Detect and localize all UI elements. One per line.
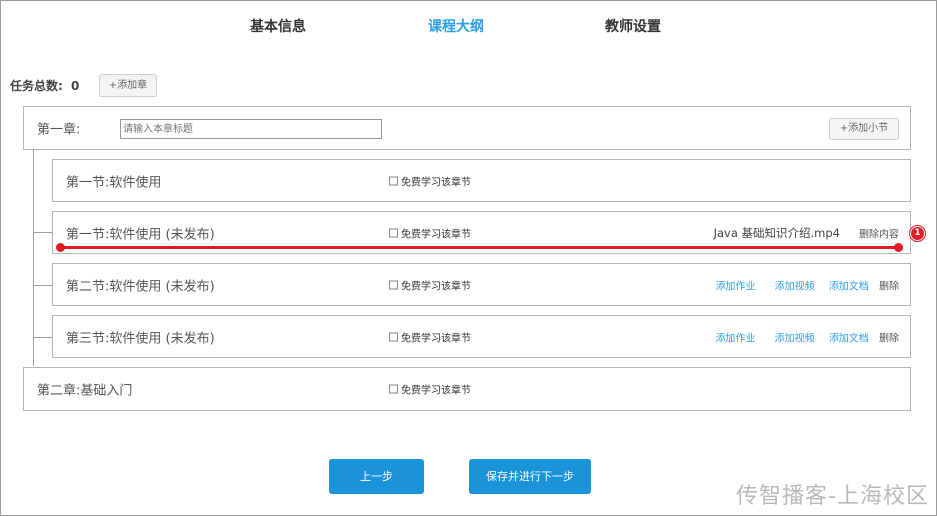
add-section-button[interactable]: +添加小节: [829, 118, 899, 140]
video-file-name: Java 基础知识介绍.mp4: [713, 225, 840, 240]
watermark: 传智播客-上海校区: [736, 484, 929, 509]
free-study-checkbox[interactable]: 免费学习该章节: [389, 225, 471, 240]
delete-link[interactable]: 删除: [879, 281, 899, 292]
checkbox-icon[interactable]: [389, 176, 398, 185]
add-document-link[interactable]: 添加文档: [829, 333, 869, 344]
task-total: 任务总数: 0: [10, 77, 79, 94]
section-title: 第二节:软件使用 (未发布): [66, 279, 215, 294]
chapter-row-1: 第一章: +添加小节: [23, 106, 911, 150]
chapter-label: 第一章:: [37, 122, 81, 138]
annotation-dot: [56, 243, 65, 252]
add-homework-link[interactable]: 添加作业: [715, 333, 755, 344]
free-study-label: 免费学习该章节: [401, 177, 471, 188]
tree-connector: [33, 232, 53, 233]
free-study-label: 免费学习该章节: [401, 229, 471, 240]
task-total-label: 任务总数:: [10, 79, 63, 93]
tab-teacher-settings[interactable]: 教师设置: [605, 16, 661, 36]
section-title: 第三节:软件使用 (未发布): [66, 331, 215, 346]
add-homework-link[interactable]: 添加作业: [715, 281, 755, 292]
annotation-underline: [60, 246, 899, 249]
annotation-badge: 1: [910, 226, 925, 241]
tab-basic-info[interactable]: 基本信息: [250, 16, 306, 36]
tree-connector-vertical: [33, 150, 34, 366]
tree-connector: [33, 285, 53, 286]
chapter-row-2: 第二章:基础入门 免费学习该章节: [23, 367, 911, 411]
free-study-label: 免费学习该章节: [401, 281, 471, 292]
section-actions: 添加作业 添加视频 添加文档 删除: [704, 329, 899, 344]
section-row: 第三节:软件使用 (未发布) 免费学习该章节 添加作业 添加视频 添加文档 删除: [52, 315, 911, 358]
add-video-link[interactable]: 添加视频: [775, 281, 815, 292]
tab-course-outline[interactable]: 课程大纲: [428, 16, 484, 36]
delete-link[interactable]: 删除: [879, 333, 899, 344]
chapter-title: 第二章:基础入门: [37, 383, 133, 399]
checkbox-icon[interactable]: [389, 228, 398, 237]
delete-content-link[interactable]: 删除内容: [859, 225, 899, 240]
section-actions: 添加作业 添加视频 添加文档 删除: [704, 277, 899, 292]
prev-step-button[interactable]: 上一步: [329, 459, 424, 494]
add-chapter-button[interactable]: +添加章: [99, 74, 157, 97]
checkbox-icon[interactable]: [389, 280, 398, 289]
annotation-dot: [894, 243, 903, 252]
free-study-checkbox[interactable]: 免费学习该章节: [389, 173, 471, 188]
checkbox-icon[interactable]: [389, 332, 398, 341]
checkbox-icon[interactable]: [389, 384, 398, 394]
tree-connector: [33, 337, 53, 338]
free-study-checkbox[interactable]: 免费学习该章节: [389, 329, 471, 344]
free-study-label: 免费学习该章节: [401, 333, 471, 344]
add-video-link[interactable]: 添加视频: [775, 333, 815, 344]
section-row: 第二节:软件使用 (未发布) 免费学习该章节 添加作业 添加视频 添加文档 删除: [52, 263, 911, 306]
section-row: 第一节:软件使用 免费学习该章节: [52, 159, 911, 202]
save-next-button[interactable]: 保存并进行下一步: [469, 459, 591, 494]
add-document-link[interactable]: 添加文档: [829, 281, 869, 292]
section-title: 第一节:软件使用: [66, 175, 162, 190]
free-study-checkbox[interactable]: 免费学习该章节: [389, 277, 471, 292]
tab-bar: 基本信息 课程大纲 教师设置: [0, 16, 937, 38]
chapter-title-input[interactable]: [120, 119, 382, 139]
task-total-value: 0: [71, 79, 80, 93]
free-study-checkbox[interactable]: 免费学习该章节: [389, 382, 471, 397]
free-study-label: 免费学习该章节: [401, 385, 471, 397]
section-title: 第一节:软件使用 (未发布): [66, 227, 215, 242]
